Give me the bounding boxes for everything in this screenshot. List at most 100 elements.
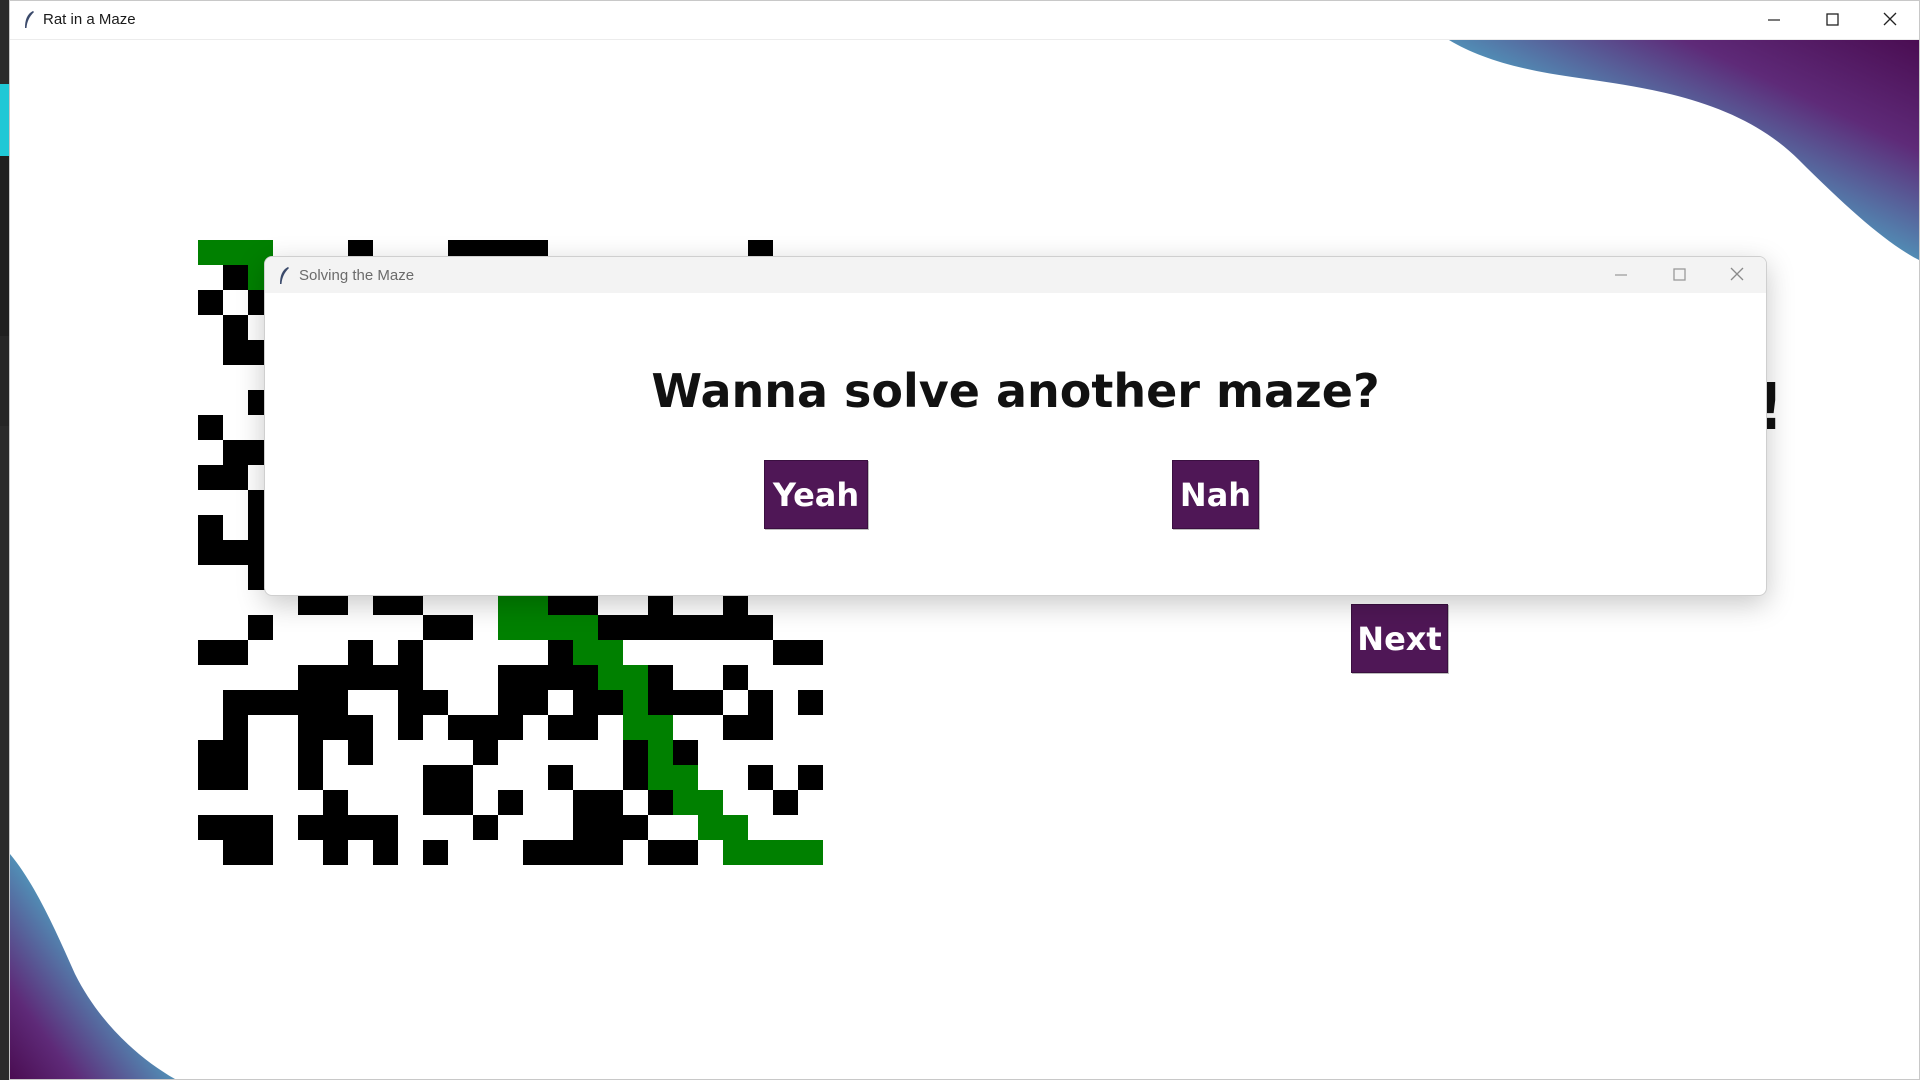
maze-wall-cell bbox=[448, 715, 473, 740]
maze-wall-cell bbox=[523, 690, 548, 715]
maze-path-cell bbox=[198, 240, 223, 265]
maze-wall-cell bbox=[423, 840, 448, 865]
maze-wall-cell bbox=[223, 765, 248, 790]
maze-wall-cell bbox=[798, 690, 823, 715]
background-accent bbox=[0, 84, 9, 156]
close-button[interactable] bbox=[1861, 1, 1919, 40]
maze-wall-cell bbox=[298, 815, 323, 840]
decorative-wave-top-right bbox=[1449, 40, 1919, 260]
maze-wall-cell bbox=[298, 740, 323, 765]
maze-wall-cell bbox=[598, 840, 623, 865]
dialog-minimize-button[interactable] bbox=[1592, 257, 1650, 293]
maze-wall-cell bbox=[223, 540, 248, 565]
maze-wall-cell bbox=[573, 715, 598, 740]
maze-wall-cell bbox=[723, 615, 748, 640]
maze-wall-cell bbox=[648, 615, 673, 640]
maze-wall-cell bbox=[223, 315, 248, 340]
nah-button[interactable]: Nah bbox=[1172, 460, 1259, 529]
maze-path-cell bbox=[548, 615, 573, 640]
maze-wall-cell bbox=[448, 790, 473, 815]
maze-wall-cell bbox=[398, 715, 423, 740]
dialog-question: Wanna solve another maze? bbox=[651, 364, 1380, 418]
maze-path-cell bbox=[598, 665, 623, 690]
maze-wall-cell bbox=[673, 740, 698, 765]
maze-wall-cell bbox=[623, 615, 648, 640]
maze-wall-cell bbox=[223, 340, 248, 365]
decorative-wave-bottom-left bbox=[10, 854, 175, 1079]
maze-wall-cell bbox=[223, 690, 248, 715]
close-icon bbox=[1883, 11, 1897, 30]
maze-path-cell bbox=[673, 790, 698, 815]
maze-wall-cell bbox=[298, 715, 323, 740]
maze-wall-cell bbox=[223, 840, 248, 865]
maze-wall-cell bbox=[198, 290, 223, 315]
maze-wall-cell bbox=[648, 690, 673, 715]
yeah-button[interactable]: Yeah bbox=[764, 460, 868, 529]
maze-wall-cell bbox=[323, 665, 348, 690]
maze-wall-cell bbox=[598, 690, 623, 715]
maze-wall-cell bbox=[198, 540, 223, 565]
maze-path-cell bbox=[598, 640, 623, 665]
maze-wall-cell bbox=[648, 840, 673, 865]
maze-wall-cell bbox=[748, 615, 773, 640]
maze-wall-cell bbox=[448, 615, 473, 640]
maximize-icon bbox=[1672, 266, 1686, 285]
maze-wall-cell bbox=[223, 465, 248, 490]
maze-wall-cell bbox=[648, 665, 673, 690]
maze-path-cell bbox=[798, 840, 823, 865]
maze-wall-cell bbox=[298, 690, 323, 715]
window-title: Rat in a Maze bbox=[43, 11, 136, 28]
maze-path-cell bbox=[623, 690, 648, 715]
maximize-button[interactable] bbox=[1803, 1, 1861, 40]
maze-wall-cell bbox=[623, 740, 648, 765]
maze-wall-cell bbox=[748, 690, 773, 715]
maze-wall-cell bbox=[223, 715, 248, 740]
maze-wall-cell bbox=[548, 840, 573, 865]
maze-wall-cell bbox=[748, 765, 773, 790]
maze-wall-cell bbox=[673, 615, 698, 640]
maze-wall-cell bbox=[223, 640, 248, 665]
maze-wall-cell bbox=[423, 615, 448, 640]
maze-wall-cell bbox=[473, 815, 498, 840]
maze-wall-cell bbox=[223, 815, 248, 840]
maze-wall-cell bbox=[198, 765, 223, 790]
dialog-close-button[interactable] bbox=[1708, 257, 1766, 293]
maze-wall-cell bbox=[323, 815, 348, 840]
maze-wall-cell bbox=[198, 740, 223, 765]
maze-wall-cell bbox=[198, 415, 223, 440]
maze-wall-cell bbox=[748, 715, 773, 740]
minimize-icon bbox=[1615, 266, 1627, 285]
feather-icon bbox=[277, 266, 291, 290]
maze-path-cell bbox=[723, 840, 748, 865]
maze-wall-cell bbox=[323, 690, 348, 715]
maze-wall-cell bbox=[498, 665, 523, 690]
maze-wall-cell bbox=[398, 690, 423, 715]
maze-wall-cell bbox=[648, 790, 673, 815]
next-button[interactable]: Next bbox=[1351, 604, 1448, 673]
maze-wall-cell bbox=[523, 840, 548, 865]
close-icon bbox=[1730, 266, 1744, 285]
maze-wall-cell bbox=[473, 715, 498, 740]
minimize-button[interactable] bbox=[1745, 1, 1803, 40]
background-panel bbox=[0, 336, 9, 426]
maze-wall-cell bbox=[423, 765, 448, 790]
maze-path-cell bbox=[723, 815, 748, 840]
maze-wall-cell bbox=[498, 715, 523, 740]
dialog-maximize-button[interactable] bbox=[1650, 257, 1708, 293]
dialog-title-bar[interactable]: Solving the Maze bbox=[265, 257, 1766, 293]
maze-wall-cell bbox=[273, 690, 298, 715]
maze-wall-cell bbox=[623, 815, 648, 840]
maze-wall-cell bbox=[373, 815, 398, 840]
maze-wall-cell bbox=[523, 665, 548, 690]
maze-wall-cell bbox=[248, 815, 273, 840]
minimize-icon bbox=[1768, 11, 1780, 30]
background-window-edge bbox=[0, 0, 9, 1080]
title-bar[interactable]: Rat in a Maze bbox=[10, 1, 1919, 40]
maze-path-cell bbox=[648, 715, 673, 740]
maze-wall-cell bbox=[548, 665, 573, 690]
maze-path-cell bbox=[573, 615, 598, 640]
maze-wall-cell bbox=[323, 840, 348, 865]
maze-path-cell bbox=[523, 615, 548, 640]
maze-wall-cell bbox=[698, 690, 723, 715]
maze-wall-cell bbox=[548, 765, 573, 790]
